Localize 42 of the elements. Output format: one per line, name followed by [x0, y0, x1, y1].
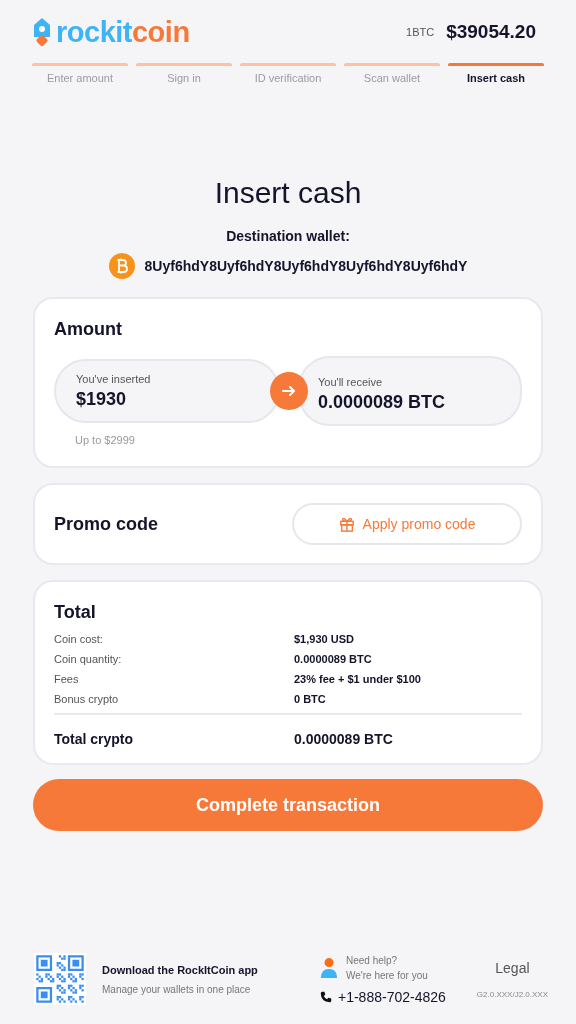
progress-step: Insert cash	[448, 63, 544, 84]
rate-label: 1BTC	[406, 26, 435, 38]
rate-value: $39054.20	[446, 21, 536, 43]
app-download-title: Download the RockItCoin app	[102, 963, 259, 976]
progress-step: Scan wallet	[344, 63, 440, 84]
summary-label: Fees	[54, 673, 80, 685]
qr-code	[34, 953, 86, 1005]
help-title: Need help?	[346, 954, 399, 968]
receive-field: You'll receive 0.0000089 BTC	[298, 356, 522, 426]
wallet-address: 8Uyf6hdY8Uyf6hdY8Uyf6hdY8Uyf6hdY8Uyf6hdY	[144, 258, 468, 274]
summary-value: 0 BTC	[294, 693, 327, 705]
app-download-subtitle: Manage your wallets in one place	[102, 983, 252, 995]
total-label: Total crypto	[54, 731, 135, 747]
summary-value: 0.0000089 BTC	[294, 653, 373, 665]
summary-value: 23% fee + $1 under $100	[294, 673, 422, 685]
page-title: Insert cash	[213, 176, 363, 210]
card-title: Amount	[54, 319, 123, 340]
progress-step: ID verification	[240, 63, 336, 84]
card-title: Total	[54, 602, 97, 623]
person-icon	[320, 958, 338, 978]
legal-link[interactable]: Legal	[495, 959, 530, 976]
logo-text: rockit	[56, 15, 132, 49]
summary-value: $1,930 USD	[294, 633, 355, 645]
phone-icon	[320, 991, 332, 1003]
gift-icon	[338, 516, 355, 532]
summary-label: Coin quantity:	[54, 653, 123, 665]
summary-label: Coin cost:	[54, 633, 104, 645]
complete-transaction-button[interactable]: Complete transaction	[33, 779, 543, 831]
help-subtitle: We're here for you	[346, 969, 428, 983]
version-text: G2.0.XXX/J2.0.XXX	[476, 989, 548, 999]
card-title: Promo code	[54, 513, 159, 535]
limit-hint: Up to $2999	[75, 434, 136, 446]
rocket-icon	[32, 16, 52, 48]
apply-promo-button[interactable]: Apply promo code	[292, 503, 522, 545]
destination-label: Destination wallet:	[225, 228, 351, 244]
progress-step: Enter amount	[32, 63, 128, 84]
phone-number: +1-888-702-4826	[338, 989, 446, 1005]
progress-step: Sign in	[136, 63, 232, 84]
bitcoin-icon	[108, 253, 135, 279]
summary-label: Bonus crypto	[54, 693, 120, 705]
logo-text: coin	[132, 15, 190, 49]
total-value: 0.0000089 BTC	[294, 731, 394, 747]
